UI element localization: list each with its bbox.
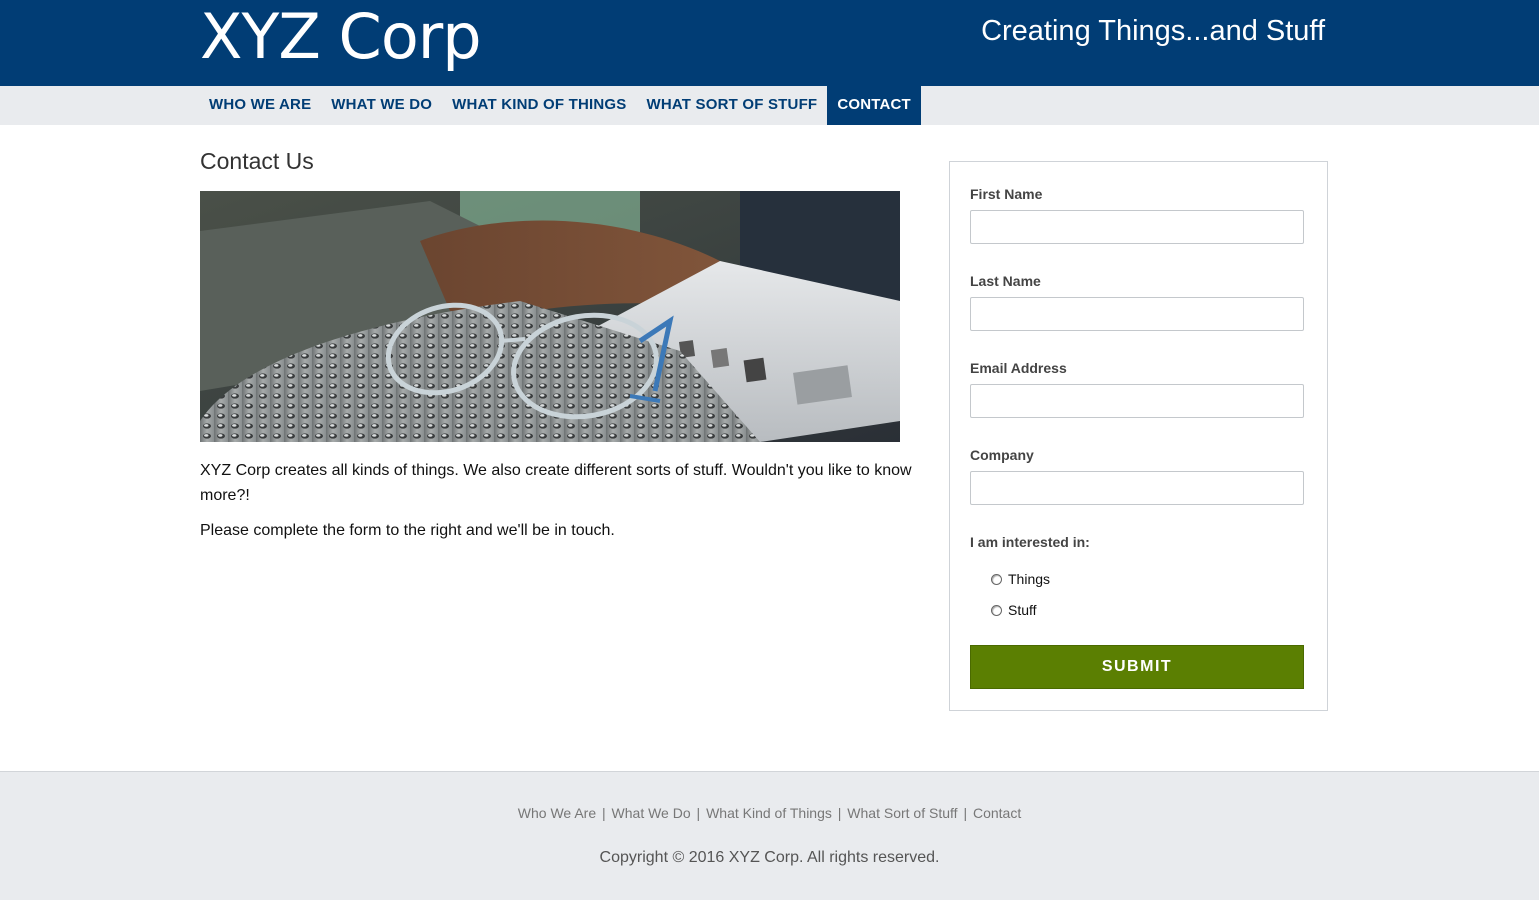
main-nav: WHO WE ARE WHAT WE DO WHAT KIND OF THING… xyxy=(0,86,1539,125)
site-tagline: Creating Things...and Stuff xyxy=(981,15,1325,47)
interest-label: I am interested in: xyxy=(970,534,1090,550)
interest-option-things-label: Things xyxy=(1008,571,1051,587)
photo-glasses-laptop-icon xyxy=(200,191,900,442)
site-footer: Who We Are | What We Do | What Kind of T… xyxy=(0,771,1539,900)
footer-separator: | xyxy=(602,805,606,821)
interest-option-things[interactable]: Things xyxy=(991,571,1050,587)
footer-link-who-we-are[interactable]: Who We Are xyxy=(518,805,596,821)
form-instructions: Please complete the form to the right an… xyxy=(200,522,615,539)
hero-image xyxy=(200,191,900,442)
radio-button-things[interactable] xyxy=(991,573,1002,585)
nav-item-who-we-are[interactable]: WHO WE ARE xyxy=(199,86,321,125)
nav-item-what-kind-of-things[interactable]: WHAT KIND OF THINGS xyxy=(442,86,636,125)
footer-link-contact[interactable]: Contact xyxy=(973,805,1021,821)
contact-form: First Name Last Name Email Address Compa… xyxy=(949,161,1328,711)
nav-item-contact[interactable]: CONTACT xyxy=(827,86,921,125)
footer-separator: | xyxy=(837,805,842,821)
page-title: Contact Us xyxy=(200,148,314,174)
interest-option-stuff-label: Stuff xyxy=(1008,602,1037,618)
first-name-label: First Name xyxy=(970,186,1043,202)
first-name-field[interactable] xyxy=(970,210,1304,244)
site-header: XYZ Corp Creating Things...and Stuff xyxy=(0,0,1539,86)
site-logo[interactable]: XYZ Corp xyxy=(200,0,482,80)
nav-list: WHO WE ARE WHAT WE DO WHAT KIND OF THING… xyxy=(199,86,921,125)
email-field[interactable] xyxy=(970,384,1304,418)
last-name-label: Last Name xyxy=(970,273,1041,289)
company-field[interactable] xyxy=(970,471,1304,505)
intro-text: XYZ Corp creates all kinds of things. We… xyxy=(200,462,912,504)
footer-link-what-sort-of-stuff[interactable]: What Sort of Stuff xyxy=(847,805,957,821)
footer-separator: | xyxy=(963,805,968,821)
copyright-text: Copyright © 2016 XYZ Corp. All rights re… xyxy=(599,849,940,866)
submit-button[interactable]: SUBMIT xyxy=(970,645,1304,689)
footer-link-what-we-do[interactable]: What We Do xyxy=(612,805,691,821)
footer-link-what-kind-of-things[interactable]: What Kind of Things xyxy=(706,805,832,821)
last-name-field[interactable] xyxy=(970,297,1304,331)
footer-nav: Who We Are | What We Do | What Kind of T… xyxy=(0,805,1539,821)
nav-item-what-we-do[interactable]: WHAT WE DO xyxy=(321,86,442,125)
radio-button-stuff[interactable] xyxy=(991,604,1002,616)
footer-separator: | xyxy=(696,805,701,821)
interest-option-stuff[interactable]: Stuff xyxy=(991,602,1037,618)
nav-item-what-sort-of-stuff[interactable]: WHAT SORT OF STUFF xyxy=(637,86,828,125)
company-label: Company xyxy=(970,447,1034,463)
email-label: Email Address xyxy=(970,360,1067,376)
